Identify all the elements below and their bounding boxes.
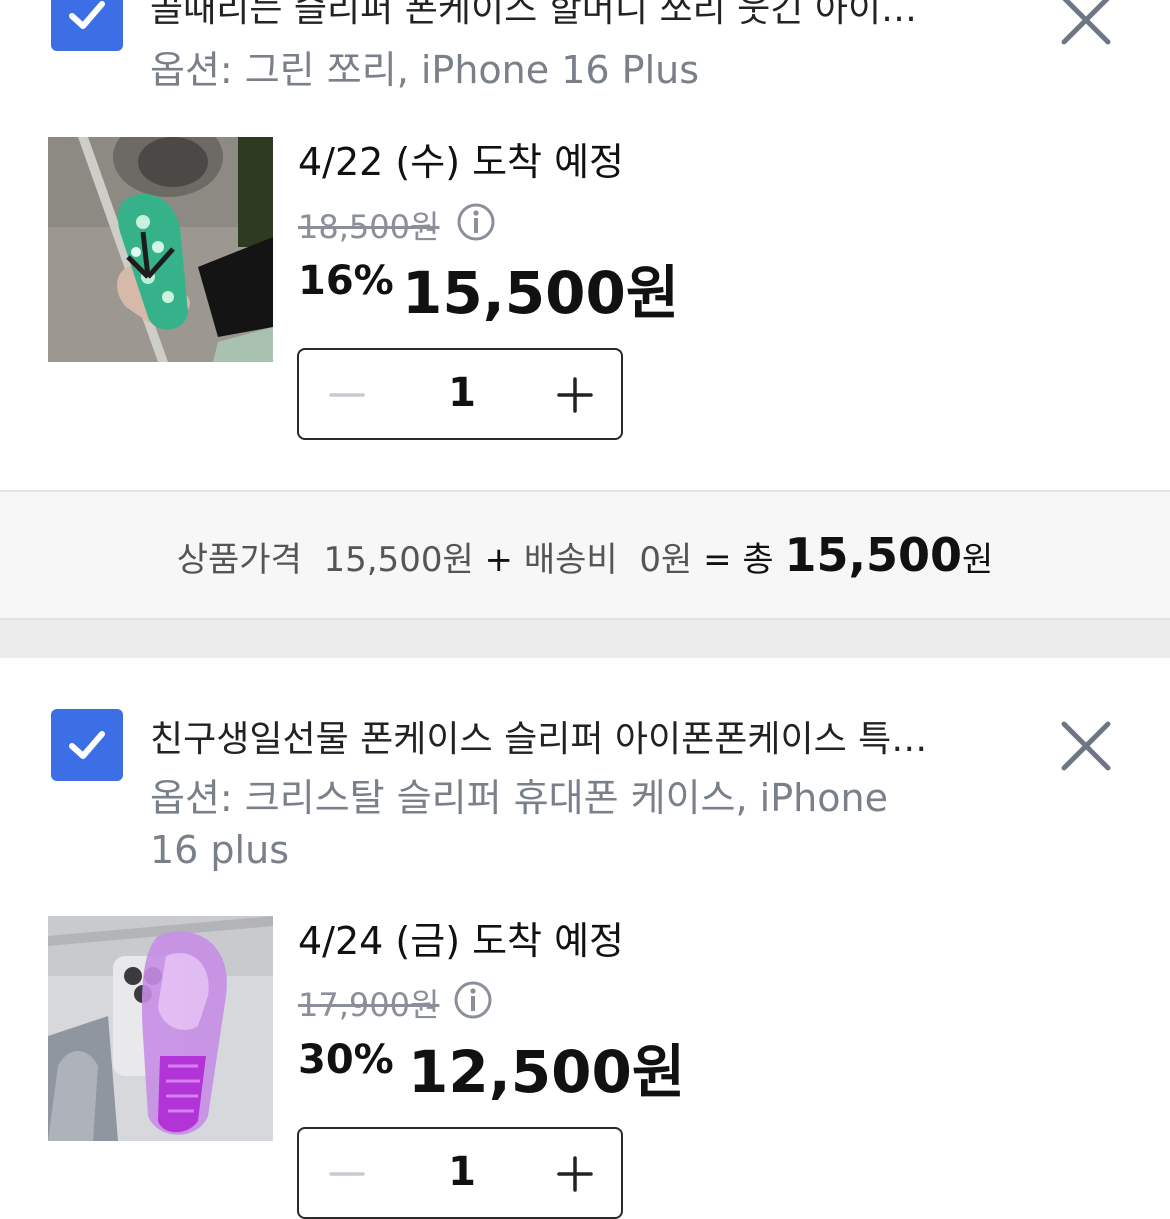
total-amount: 15,500 [784,528,962,582]
section-divider [0,620,1170,658]
green-flipflop-case-image [48,137,273,362]
item-2-discount-rate: 30% [298,1037,394,1083]
item-1-checkbox[interactable] [51,0,123,51]
item-1-quantity-stepper[interactable]: 1 [297,348,623,440]
price-summary-bar: 상품가격 15,500원 + 배송비 0원 = 총 15,500원 [0,490,1170,620]
equals-sign: = [703,540,732,580]
plus-icon [557,377,593,413]
crystal-slipper-case-image [48,916,273,1141]
item-2-checkbox[interactable] [51,709,123,781]
item-1-option: 옵션: 그린 쪼리, iPhone 16 Plus [150,48,700,92]
item-2-original-price: 17,900원 [298,986,440,1024]
item-1-remove-button[interactable] [1058,0,1114,48]
item-2-thumbnail[interactable] [48,916,273,1141]
total-label: 총 [742,540,774,580]
item-2-option-line-2: 16 plus [150,828,289,872]
item-2-sale-price: 12,500원 [408,1038,686,1106]
item-2-arrival-date: 4/24 (금) 도착 예정 [298,919,625,963]
item-2-title[interactable]: 친구생일선물 폰케이스 슬리퍼 아이폰폰케이스 특… [150,718,1000,762]
item-2-increase-button[interactable] [555,1151,595,1197]
close-icon [1061,0,1111,45]
item-2-option-line-1: 옵션: 크리스탈 슬리퍼 휴대폰 케이스, iPhone [150,776,888,820]
product-price-value: 15,500원 [323,540,474,580]
shipping-label: 배송비 [523,540,618,580]
check-icon [69,1,105,29]
item-1-original-price: 18,500원 [298,208,440,246]
info-icon[interactable] [453,980,493,1020]
item-2-remove-button[interactable] [1058,718,1114,774]
item-1-discount-rate: 16% [298,258,394,304]
info-icon[interactable] [456,202,496,242]
item-2-quantity-stepper[interactable]: 1 [297,1127,623,1219]
item-1-increase-button[interactable] [555,372,595,418]
item-1-title[interactable]: 골때리는 슬리퍼 폰케이스 할머니 쪼리 웃긴 아이… [150,0,990,32]
plus-icon [557,1156,593,1192]
total-unit: 원 [961,540,994,580]
plus-sign: + [484,540,514,580]
product-price-label: 상품가격 [176,540,302,580]
price-summary-text: 상품가격 15,500원 + 배송비 0원 = 총 15,500원 [0,528,1170,582]
check-icon [69,731,105,759]
item-1-sale-price: 15,500원 [402,259,680,327]
item-1-arrival-date: 4/22 (수) 도착 예정 [298,140,625,184]
close-icon [1061,721,1111,771]
shipping-value: 0원 [639,540,693,580]
item-1-thumbnail[interactable] [48,137,273,362]
